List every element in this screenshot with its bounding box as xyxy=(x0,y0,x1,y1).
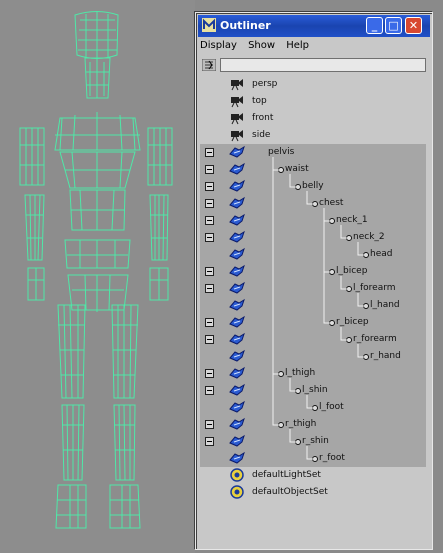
outliner-window[interactable]: Outliner _ □ ✕ Display Show Help persp to… xyxy=(195,12,433,550)
window-title: Outliner xyxy=(220,19,271,32)
close-icon: ✕ xyxy=(408,19,419,32)
close-button[interactable]: ✕ xyxy=(405,17,422,34)
menu-help[interactable]: Help xyxy=(286,40,309,51)
viewport[interactable] xyxy=(0,0,195,553)
filter-row xyxy=(200,58,428,72)
hierarchy-lines xyxy=(272,157,364,460)
outliner-list[interactable]: persp top front side pelvis waist belly chest ne… xyxy=(200,76,426,546)
minimize-button[interactable]: _ xyxy=(366,17,383,34)
menu-display[interactable]: Display xyxy=(200,40,237,51)
menu-bar: Display Show Help xyxy=(200,40,428,56)
maximize-icon: □ xyxy=(388,19,399,32)
menu-show[interactable]: Show xyxy=(248,40,275,51)
outliner-app-icon xyxy=(202,18,216,32)
character-wireframe xyxy=(19,11,173,529)
title-bar[interactable]: Outliner _ □ ✕ xyxy=(198,15,430,37)
maximize-button[interactable]: □ xyxy=(385,17,402,34)
filter-input[interactable] xyxy=(220,58,426,72)
filter-icon[interactable] xyxy=(202,59,216,71)
minimize-icon: _ xyxy=(371,19,378,32)
